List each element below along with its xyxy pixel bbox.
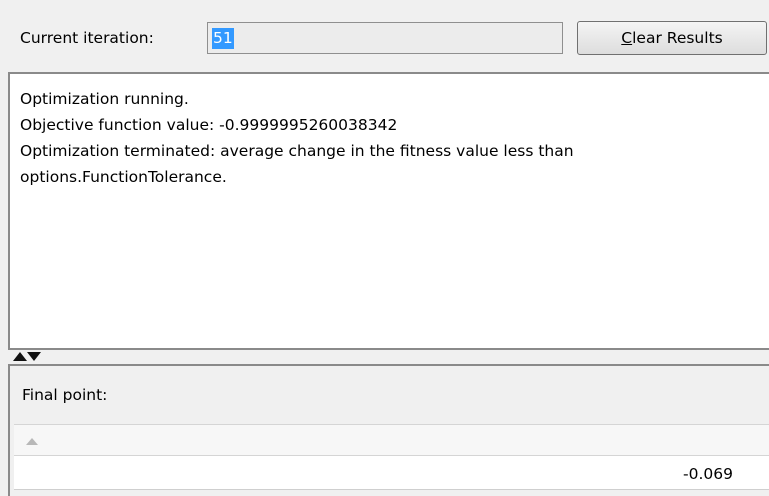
current-iteration-value[interactable]: 51 <box>212 28 234 49</box>
triangle-down-icon[interactable] <box>27 352 41 361</box>
final-point-table: -0.069 <box>14 424 769 496</box>
sort-ascending-icon[interactable] <box>26 438 38 445</box>
clear-results-label: lear Results <box>632 29 723 47</box>
results-line: Objective function value: -0.99999952600… <box>20 116 398 134</box>
results-line: Optimization running. <box>20 90 189 108</box>
final-point-label: Final point: <box>22 386 108 404</box>
current-iteration-label: Current iteration: <box>20 29 154 47</box>
table-column-header[interactable] <box>14 424 769 456</box>
final-point-panel: Final point: -0.069 <box>8 364 769 496</box>
results-line: options.FunctionTolerance. <box>20 168 227 186</box>
results-text-area[interactable]: Optimization running. Objective function… <box>8 72 769 350</box>
current-iteration-field[interactable]: 51 <box>207 22 563 54</box>
triangle-up-icon[interactable] <box>13 352 27 361</box>
results-line: Optimization terminated: average change … <box>20 142 574 160</box>
optimization-results-window: Current iteration: 51 Clear Results Opti… <box>0 0 769 496</box>
clear-results-button[interactable]: Clear Results <box>577 21 767 55</box>
clear-results-mnemonic: C <box>621 29 633 47</box>
final-point-value: -0.069 <box>683 465 733 483</box>
table-row[interactable]: -0.069 <box>14 456 769 490</box>
splitter-handle[interactable] <box>13 351 41 363</box>
